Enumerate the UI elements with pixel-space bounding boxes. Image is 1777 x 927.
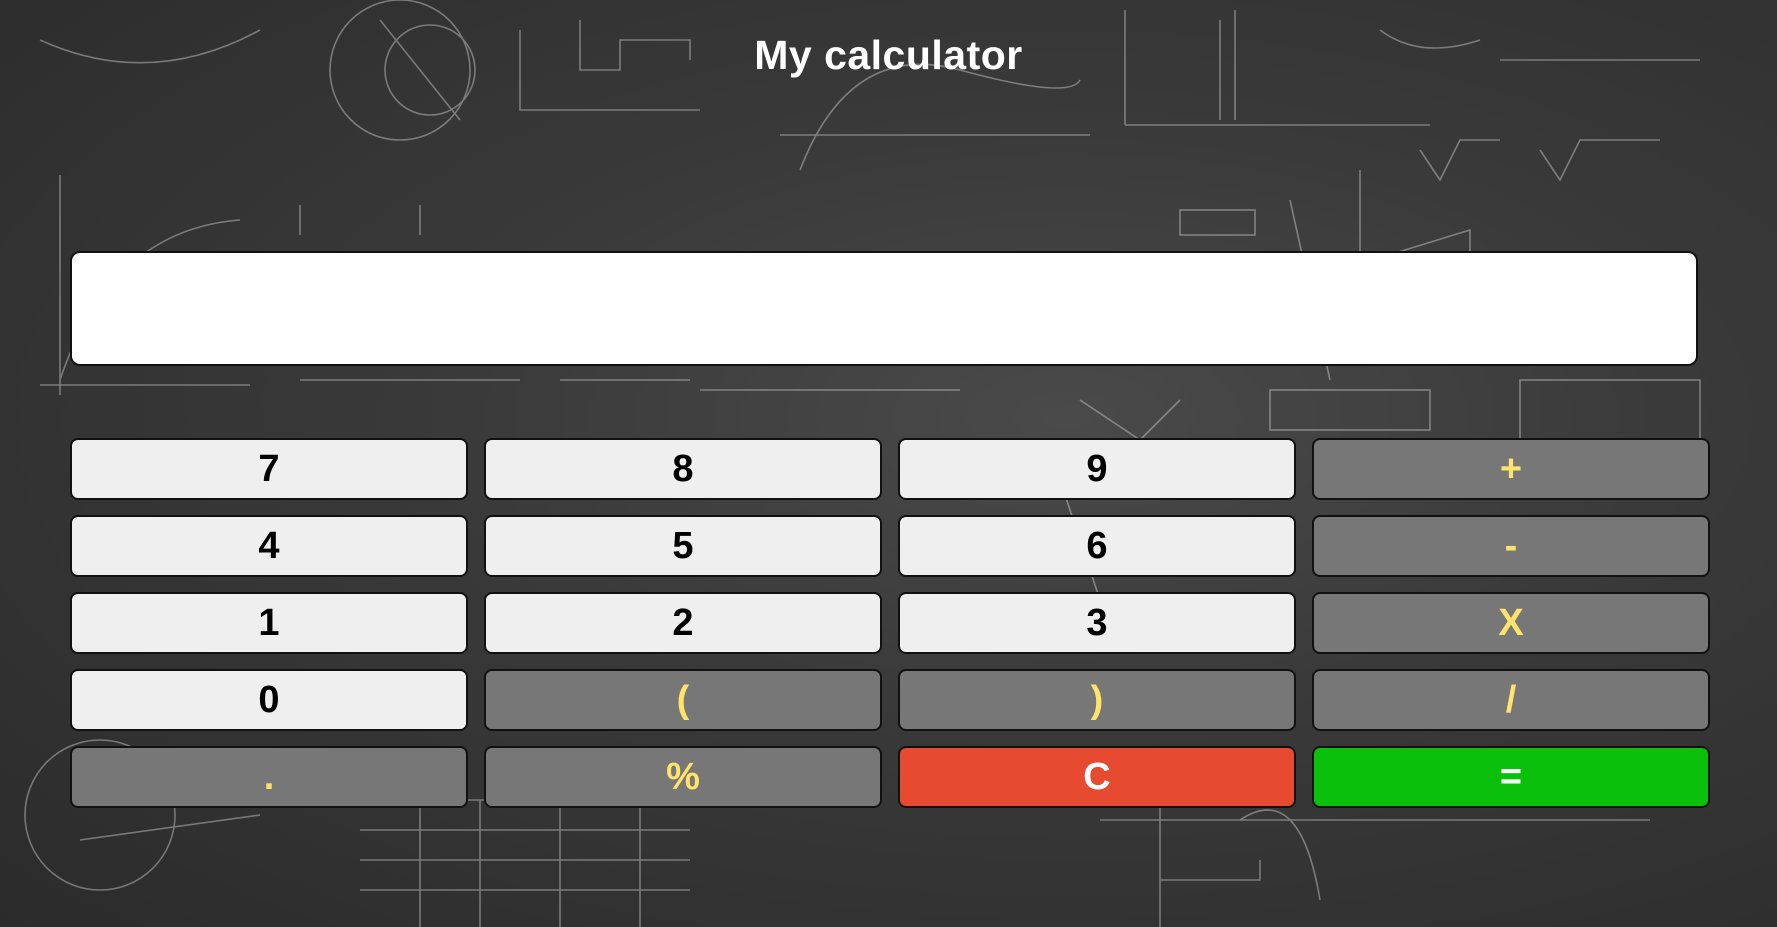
key-close-paren[interactable]: )	[898, 669, 1296, 731]
key-decimal[interactable]: .	[70, 746, 468, 808]
key-open-paren[interactable]: (	[484, 669, 882, 731]
key-divide[interactable]: /	[1312, 669, 1710, 731]
key-8[interactable]: 8	[484, 438, 882, 500]
key-2[interactable]: 2	[484, 592, 882, 654]
key-multiply[interactable]: X	[1312, 592, 1710, 654]
key-6[interactable]: 6	[898, 515, 1296, 577]
key-plus[interactable]: +	[1312, 438, 1710, 500]
key-4[interactable]: 4	[70, 515, 468, 577]
key-percent[interactable]: %	[484, 746, 882, 808]
key-9[interactable]: 9	[898, 438, 1296, 500]
key-7[interactable]: 7	[70, 438, 468, 500]
key-0[interactable]: 0	[70, 669, 468, 731]
key-3[interactable]: 3	[898, 592, 1296, 654]
key-minus[interactable]: -	[1312, 515, 1710, 577]
key-1[interactable]: 1	[70, 592, 468, 654]
keypad: 7 8 9 + 4 5 6 - 1 2 3 X 0 ( ) / . % C =	[70, 438, 1710, 808]
key-clear[interactable]: C	[898, 746, 1296, 808]
key-5[interactable]: 5	[484, 515, 882, 577]
key-equals[interactable]: =	[1312, 746, 1710, 808]
calculator-display[interactable]	[70, 251, 1698, 366]
page-title: My calculator	[754, 32, 1023, 78]
